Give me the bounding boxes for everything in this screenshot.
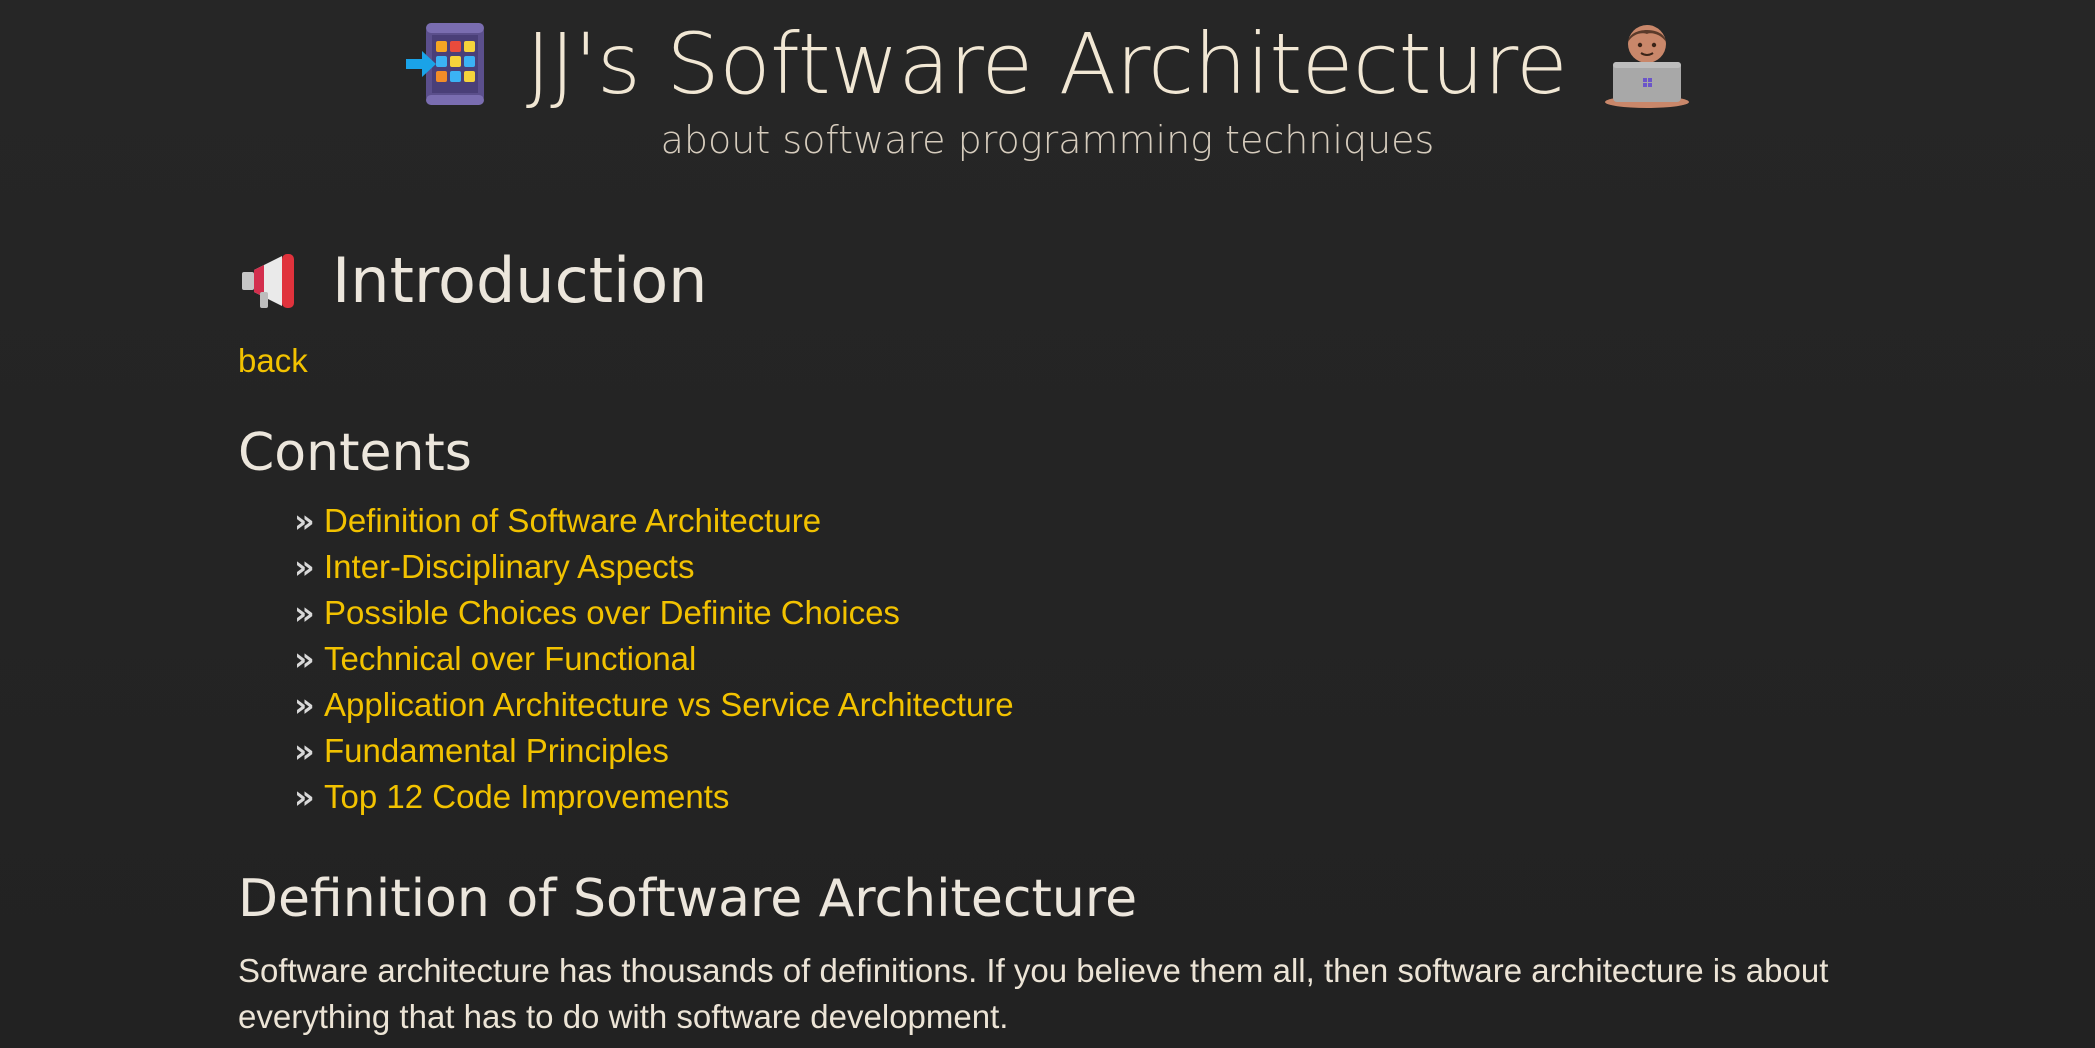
app-grid-enter-icon [405, 23, 484, 105]
intro-heading: Introduction [238, 236, 1858, 326]
site-title-row: JJ's Software Architecture [0, 8, 2095, 120]
double-chevron-icon: » [294, 594, 315, 632]
back-link[interactable]: back [238, 338, 308, 384]
site-header: JJ's Software Architecture about softwar… [0, 0, 2095, 170]
toc-item: » Application Architecture vs Service Ar… [294, 682, 1858, 728]
toc-link-application-vs-service[interactable]: Application Architecture vs Service Arch… [324, 682, 1014, 728]
definition-paragraph: Software architecture has thousands of d… [238, 952, 1829, 1035]
main-content: Introduction back Contents » Definition … [238, 236, 1858, 1040]
table-of-contents: » Definition of Software Architecture » … [238, 498, 1858, 820]
toc-link-fundamental-principles[interactable]: Fundamental Principles [324, 728, 669, 774]
double-chevron-icon: » [294, 548, 315, 586]
toc-item: » Technical over Functional [294, 636, 1858, 682]
site-title: JJ's Software Architecture [525, 15, 1568, 113]
contents-heading: Contents [238, 423, 472, 483]
megaphone-icon [242, 254, 294, 308]
double-chevron-icon: » [294, 502, 315, 540]
double-chevron-icon: » [294, 640, 315, 678]
toc-item: » Fundamental Principles [294, 728, 1858, 774]
toc-link-inter-disciplinary[interactable]: Inter-Disciplinary Aspects [324, 544, 694, 590]
site-tagline: about software programming techniques [660, 118, 1435, 162]
intro-heading-text: Introduction [332, 244, 708, 317]
toc-item: » Definition of Software Architecture [294, 498, 1858, 544]
toc-link-possible-choices[interactable]: Possible Choices over Definite Choices [324, 590, 900, 636]
toc-item: » Top 12 Code Improvements [294, 774, 1858, 820]
definition-heading: Definition of Software Architecture [238, 869, 1138, 929]
double-chevron-icon: » [294, 686, 315, 724]
toc-item: » Possible Choices over Definite Choices [294, 590, 1858, 636]
double-chevron-icon: » [294, 732, 315, 770]
double-chevron-icon: » [294, 778, 315, 816]
toc-link-technical-over-functional[interactable]: Technical over Functional [324, 636, 696, 682]
technologist-laptop-icon [1605, 25, 1690, 108]
toc-link-definition[interactable]: Definition of Software Architecture [324, 498, 821, 544]
toc-link-top-12-improvements[interactable]: Top 12 Code Improvements [324, 774, 729, 820]
toc-item: » Inter-Disciplinary Aspects [294, 544, 1858, 590]
